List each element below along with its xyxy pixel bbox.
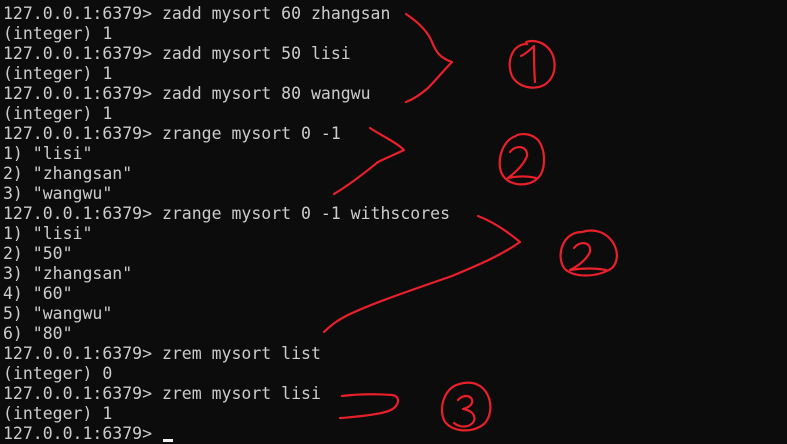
terminal-line-12: 1) "lisi"	[3, 224, 93, 243]
terminal-line-13: 2) "50"	[3, 244, 73, 263]
text-cursor	[162, 439, 173, 442]
terminal-line-3: 127.0.0.1:6379> zadd mysort 50 lisi	[3, 44, 351, 63]
terminal-line-16: 5) "wangwu"	[3, 304, 113, 323]
terminal-line-15: 4) "60"	[3, 284, 73, 303]
terminal-prompt: 127.0.0.1:6379>	[3, 424, 162, 443]
terminal-line-18: 127.0.0.1:6379> zrem mysort list	[3, 344, 321, 363]
terminal-line-4: (integer) 1	[3, 64, 113, 83]
terminal-line-6: (integer) 1	[3, 104, 113, 123]
terminal-line-1: 127.0.0.1:6379> zadd mysort 60 zhangsan	[3, 4, 391, 23]
terminal-line-14: 3) "zhangsan"	[3, 264, 133, 283]
terminal-line-7: 127.0.0.1:6379> zrange mysort 0 -1	[3, 124, 341, 143]
terminal-line-11: 127.0.0.1:6379> zrange mysort 0 -1 withs…	[3, 204, 451, 223]
terminal-line-8: 1) "lisi"	[3, 144, 93, 163]
terminal-line-21: (integer) 1	[3, 404, 113, 423]
terminal-input-line[interactable]: 127.0.0.1:6379>	[3, 424, 173, 444]
terminal-line-19: (integer) 0	[3, 364, 113, 383]
terminal-line-9: 2) "zhangsan"	[3, 164, 133, 183]
terminal-window[interactable]: 127.0.0.1:6379> zadd mysort 60 zhangsan …	[0, 0, 787, 444]
terminal-line-17: 6) "80"	[3, 324, 73, 343]
terminal-line-20: 127.0.0.1:6379> zrem mysort lisi	[3, 384, 321, 403]
terminal-line-5: 127.0.0.1:6379> zadd mysort 80 wangwu	[3, 84, 371, 103]
terminal-line-10: 3) "wangwu"	[3, 184, 113, 203]
terminal-line-2: (integer) 1	[3, 24, 113, 43]
